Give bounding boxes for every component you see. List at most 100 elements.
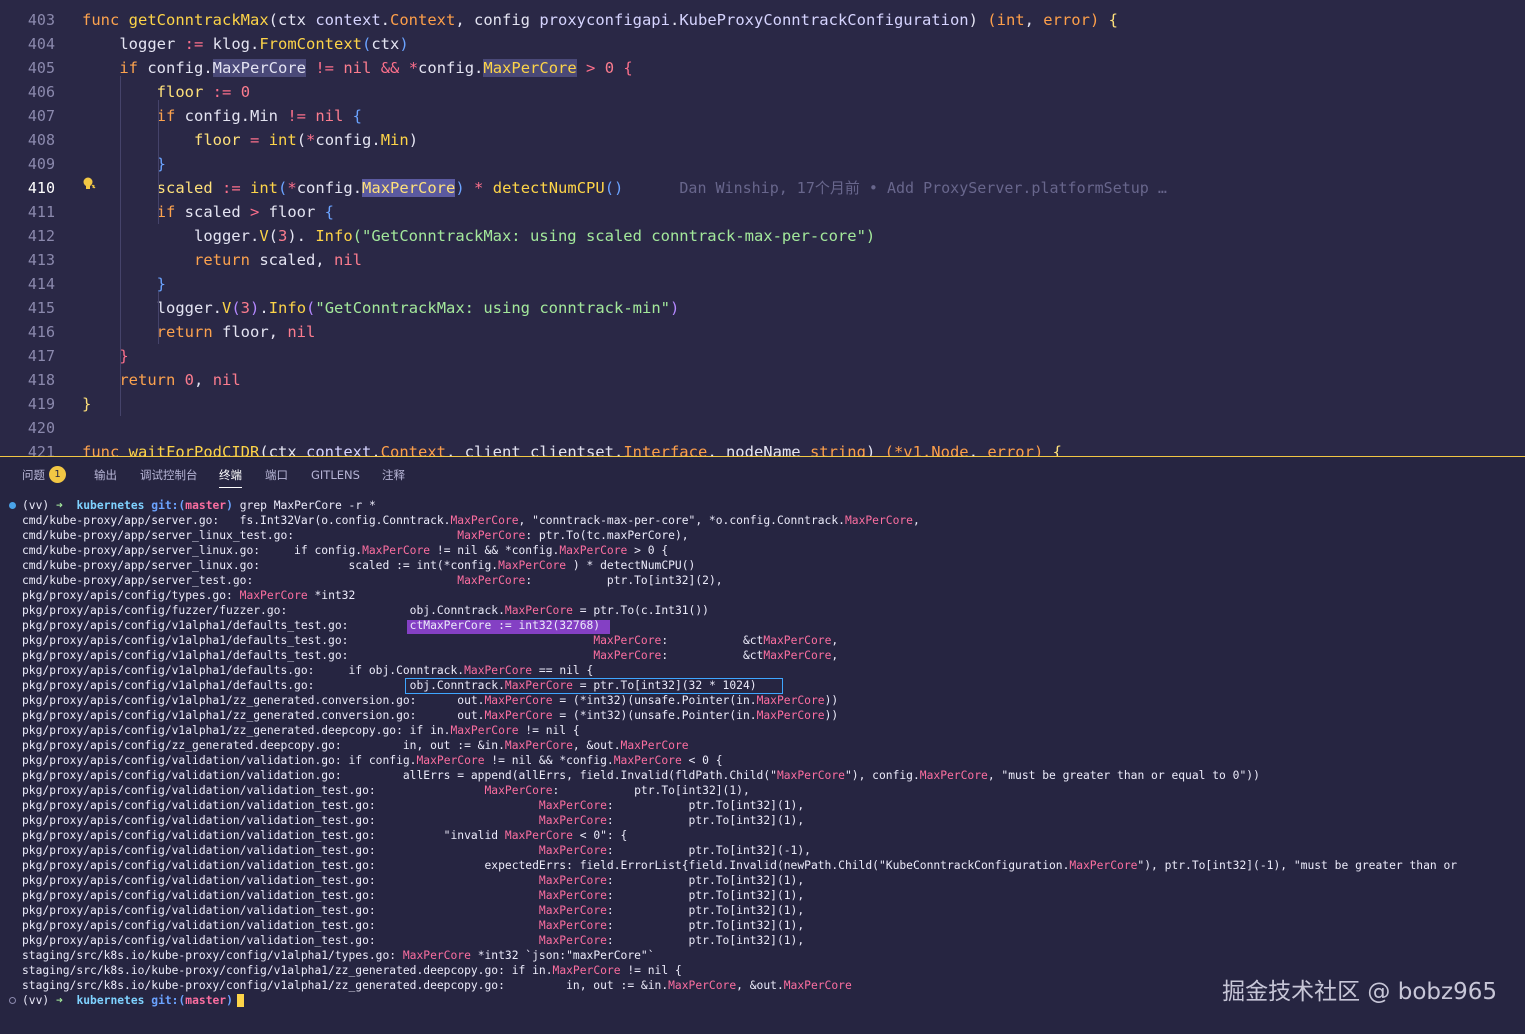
grep-match: MaxPerCore: [239, 589, 308, 602]
code-line[interactable]: 410 scaled := int(*config.MaxPerCore) * …: [0, 176, 1167, 200]
output-text: : ptr.To[int32](1),: [606, 904, 805, 917]
code-line[interactable]: 421 func waitForPodCIDR(ctx context.Conte…: [0, 440, 1062, 456]
code-line[interactable]: 406 floor := 0: [0, 80, 250, 104]
line-number: 418: [27, 371, 55, 389]
code-token: {: [623, 59, 633, 77]
terminal[interactable]: (vv) ➜ kubernetes git:(master) grep MaxP…: [0, 493, 1525, 1034]
code-line[interactable]: 416 return floor, nil: [0, 320, 315, 344]
code-editor[interactable]: 403 func getConntrackMax(ctx context.Cont…: [0, 0, 1525, 456]
command-success-icon[interactable]: [9, 502, 16, 509]
code-token: config.: [315, 131, 381, 149]
output-text: pkg/proxy/apis/config/validation/validat…: [22, 829, 505, 842]
code-line[interactable]: 409 }: [0, 152, 166, 176]
output-text: ,: [912, 514, 920, 527]
code-token: ): [669, 299, 680, 317]
output-text: cmd/kube-proxy/app/server_test.go:: [22, 574, 458, 587]
terminal-output-line: staging/src/k8s.io/kube-proxy/config/v1a…: [22, 963, 682, 978]
code-line[interactable]: 404 logger := klog.FromContext(ctx): [0, 32, 409, 56]
code-token: config.Min: [175, 107, 288, 125]
code-token: Info: [268, 299, 307, 317]
code-token: floor: [156, 83, 204, 101]
terminal-output-line: pkg/proxy/apis/config/zz_generated.deepc…: [22, 738, 689, 753]
code-token: 3: [278, 227, 288, 245]
code-line[interactable]: 412 logger.V(3). Info("GetConntrackMax: …: [0, 224, 875, 248]
tab-debug-console[interactable]: 调试控制台: [140, 457, 198, 493]
output-text: : ptr.To[int32](-1),: [606, 844, 811, 857]
line-number: 414: [27, 275, 55, 293]
code-line[interactable]: 420: [0, 416, 55, 440]
code-line[interactable]: 418 return 0, nil: [0, 368, 241, 392]
code-line[interactable]: 413 return scaled, nil: [0, 248, 362, 272]
command-pending-icon[interactable]: [9, 997, 16, 1004]
code-token: (ctx: [268, 11, 316, 29]
code-token: {: [1108, 11, 1118, 29]
code-line[interactable]: 405 if config.MaxPerCore != nil && *conf…: [0, 56, 633, 80]
code-token: error: [987, 443, 1034, 456]
output-text: : ptr.To[int32](2),: [525, 574, 723, 587]
grep-match: MaxPerCore: [593, 634, 662, 647]
tab-terminal[interactable]: 终端: [219, 457, 242, 493]
tab-comments[interactable]: 注释: [382, 457, 405, 493]
terminal-cursor: [236, 993, 244, 1007]
lightbulb-icon[interactable]: [82, 176, 96, 194]
grep-match: MaxPerCore: [538, 799, 607, 812]
code-line[interactable]: 415 logger.V(3).Info("GetConntrackMax: u…: [0, 296, 679, 320]
code-token: (: [268, 227, 278, 245]
code-token: config.: [138, 59, 213, 77]
grep-match: MaxPerCore: [776, 769, 845, 782]
grep-match: MaxPerCore: [484, 784, 553, 797]
terminal-output-line: pkg/proxy/apis/config/v1alpha1/zz_genera…: [22, 723, 580, 738]
output-text: pkg/proxy/apis/config/validation/validat…: [22, 934, 539, 947]
code-token: detectNumCPU: [492, 179, 605, 197]
code-line[interactable]: 408 floor = int(*config.Min): [0, 128, 418, 152]
output-text: *int32: [307, 589, 356, 602]
output-text: , &out.: [736, 979, 784, 992]
output-text: staging/src/k8s.io/kube-proxy/config/v1a…: [22, 979, 669, 992]
output-text: )): [824, 694, 839, 707]
prompt-branch: master: [185, 499, 227, 512]
tab-ports[interactable]: 端口: [265, 457, 288, 493]
tab-label: 问题: [22, 468, 45, 482]
indent-guide: [158, 100, 159, 224]
code-token: *: [408, 59, 419, 77]
prompt-branch: master: [185, 994, 227, 1007]
tab-gitlens[interactable]: GITLENS: [311, 457, 360, 493]
code-token: Context: [380, 443, 446, 456]
terminal-output-line: pkg/proxy/apis/config/validation/validat…: [22, 828, 627, 843]
terminal-prompt-line: (vv) ➜ kubernetes git:(master) grep MaxP…: [22, 498, 376, 513]
code-token: logger.: [82, 227, 260, 245]
output-text: ,: [831, 649, 839, 662]
code-line[interactable]: 419}: [0, 392, 91, 416]
tab-output[interactable]: 输出: [94, 457, 117, 493]
output-text: pkg/proxy/apis/config/validation/validat…: [22, 799, 539, 812]
output-text: pkg/proxy/apis/config/types.go:: [22, 589, 240, 602]
code-line[interactable]: 403 func getConntrackMax(ctx context.Cont…: [0, 8, 1118, 32]
code-token: >: [249, 203, 260, 221]
tab-problems[interactable]: 问题 1: [22, 457, 66, 493]
code-token: (: [361, 35, 372, 53]
code-token: func: [82, 11, 129, 29]
code-line[interactable]: 414 }: [0, 272, 166, 296]
code-line[interactable]: 417 }: [0, 344, 129, 368]
tab-label: 端口: [265, 468, 288, 482]
grep-match: MaxPerCore: [538, 934, 607, 947]
code-token: :=: [222, 179, 241, 197]
output-text: pkg/proxy/apis/config/v1alpha1/defaults_…: [22, 649, 594, 662]
code-token: Min: [380, 131, 409, 149]
code-token: ): [408, 131, 419, 149]
grep-match: MaxPerCore: [620, 739, 689, 752]
code-text: }: [82, 152, 166, 176]
grep-match: MaxPerCore: [613, 754, 682, 767]
code-token: (: [231, 299, 241, 317]
code-line[interactable]: 411 if scaled > floor {: [0, 200, 334, 224]
code-token: :=: [184, 35, 204, 53]
output-text: : ptr.To[int32](1),: [606, 814, 805, 827]
code-line[interactable]: 407 if config.Min != nil {: [0, 104, 362, 128]
grep-match: MaxPerCore: [538, 814, 607, 827]
code-token: func: [82, 443, 129, 456]
